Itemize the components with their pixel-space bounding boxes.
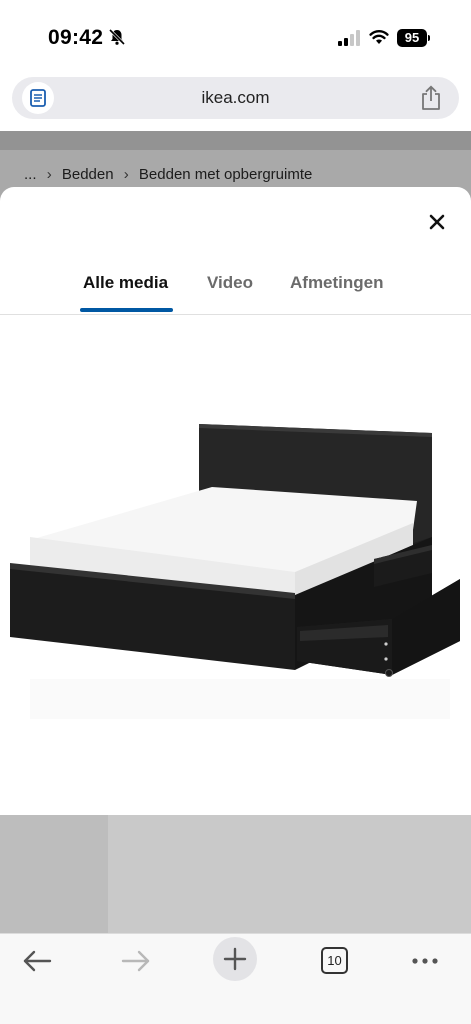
tab-video[interactable]: Video	[207, 273, 253, 293]
tab-alle-media[interactable]: Alle media	[83, 273, 168, 293]
close-icon[interactable]	[426, 211, 448, 233]
active-tab-indicator	[80, 308, 173, 312]
back-arrow-icon[interactable]	[15, 939, 59, 983]
status-time: 09:42	[48, 26, 104, 49]
browser-toolbar: 10	[0, 933, 471, 1024]
forward-arrow-icon[interactable]	[114, 939, 158, 983]
signal-icon	[338, 30, 360, 46]
plus-icon	[223, 947, 247, 971]
new-tab-button[interactable]	[213, 937, 257, 981]
media-modal: Alle media Video Afmetingen	[0, 187, 471, 933]
next-media-image-shade	[0, 815, 108, 933]
tabs-divider	[0, 314, 471, 315]
address-bar[interactable]: ikea.com	[12, 77, 459, 119]
breadcrumb-separator: ›	[46, 166, 52, 183]
page-header-strip	[0, 131, 471, 150]
battery-tip	[428, 35, 430, 41]
share-icon[interactable]	[420, 85, 442, 111]
url-text[interactable]: ikea.com	[12, 88, 459, 108]
breadcrumb-item-bedden-met-opbergruimte[interactable]: Bedden met opbergruimte	[139, 166, 312, 183]
breadcrumb-separator: ›	[123, 166, 129, 183]
bell-slash-icon	[108, 28, 126, 46]
breadcrumb-ellipsis[interactable]: ...	[24, 166, 37, 183]
breadcrumb-item-bedden[interactable]: Bedden	[62, 166, 114, 183]
product-image[interactable]	[0, 387, 471, 727]
breadcrumb: ... › Bedden › Bedden met opbergruimte	[24, 166, 318, 183]
tab-afmetingen[interactable]: Afmetingen	[290, 273, 384, 293]
status-bar: 09:42 95	[0, 0, 471, 76]
tabs-icon[interactable]: 10	[321, 947, 348, 974]
wifi-icon	[369, 30, 389, 44]
media-tabs: Alle media Video Afmetingen	[0, 273, 471, 313]
battery-indicator: 95	[397, 29, 427, 47]
more-icon[interactable]	[403, 939, 447, 983]
